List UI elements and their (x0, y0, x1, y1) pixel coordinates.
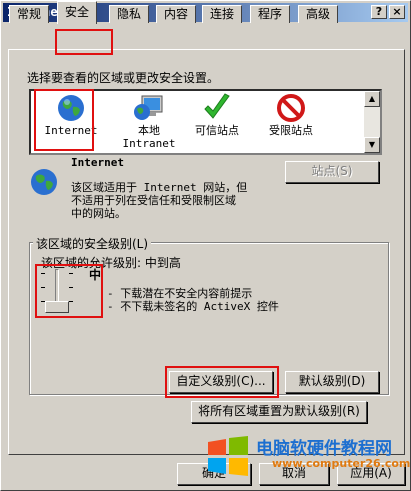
zone-trusted-sites[interactable]: 可信站点 (181, 93, 253, 137)
watermark-text: 电脑软硬件教程网 (256, 439, 392, 459)
watermark-url: www.computer26.com (272, 457, 411, 470)
level-bullet-2: - 不下载未签名的 ActiveX 控件 (107, 300, 279, 313)
security-slider-thumb[interactable] (45, 301, 69, 313)
zone-description-line-3: 中的网站。 (71, 207, 126, 220)
current-level-text: 中 (89, 268, 102, 282)
tab-security[interactable]: 安全 (57, 1, 98, 24)
zone-internet-label: Internet (44, 124, 98, 137)
tab-content[interactable]: 内容 (156, 5, 197, 23)
slider-tick (69, 287, 73, 288)
tab-general[interactable]: 常规 (9, 5, 50, 23)
globe-icon (58, 95, 84, 121)
close-button[interactable]: × (389, 5, 405, 19)
tab-privacy[interactable]: 隐私 (109, 5, 150, 23)
internet-options-dialog: Internet 选项 ? × 常规 安全 隐私 内容 连接 程序 高级 选择要… (0, 0, 411, 491)
tab-advanced[interactable]: 高级 (298, 5, 339, 23)
tab-connections[interactable]: 连接 (202, 5, 243, 23)
zone-instruction: 选择要查看的区域或更改安全设置。 (27, 71, 220, 85)
zone-intranet-label: 本地 Intranet (122, 124, 176, 150)
slider-tick (69, 273, 73, 274)
scroll-down-icon[interactable]: ▼ (364, 137, 380, 153)
tab-programs[interactable]: 程序 (250, 5, 291, 23)
zone-restricted-sites[interactable]: 受限站点 (255, 93, 327, 137)
default-level-button[interactable]: 默认级别(D) (285, 371, 379, 393)
no-entry-icon (277, 94, 305, 122)
scroll-up-icon[interactable]: ▲ (364, 91, 380, 107)
zone-restricted-label: 受限站点 (269, 124, 313, 137)
watermark: 电脑软硬件教程网 www.computer26.com (206, 430, 410, 482)
sites-button[interactable]: 站点(S) (285, 161, 379, 183)
allowed-levels-text: 该区域的允许级别: 中到高 (41, 256, 181, 270)
windows-logo-icon (208, 436, 248, 476)
monitor-icon (134, 95, 163, 120)
slider-tick (69, 301, 73, 302)
zone-trusted-label: 可信站点 (195, 124, 239, 137)
reset-all-zones-button[interactable]: 将所有区域重置为默认级别(R) (191, 401, 367, 423)
custom-level-button[interactable]: 自定义级别(C)... (169, 371, 273, 393)
slider-tick (41, 287, 45, 288)
zone-list[interactable]: Internet 本地 Intranet 可信站点 受限站点 ▲ ▼ (29, 89, 382, 155)
slider-tick (41, 273, 45, 274)
selected-zone-title: Internet (71, 156, 124, 169)
zone-internet[interactable]: Internet (35, 93, 107, 137)
help-button[interactable]: ? (371, 5, 387, 19)
check-icon (204, 93, 230, 119)
zone-local-intranet[interactable]: 本地 Intranet (113, 93, 185, 150)
globe-icon (31, 169, 57, 195)
zone-list-scrollbar[interactable]: ▲ ▼ (364, 91, 380, 153)
security-level-label: 该区域的安全级别(L) (33, 235, 152, 252)
